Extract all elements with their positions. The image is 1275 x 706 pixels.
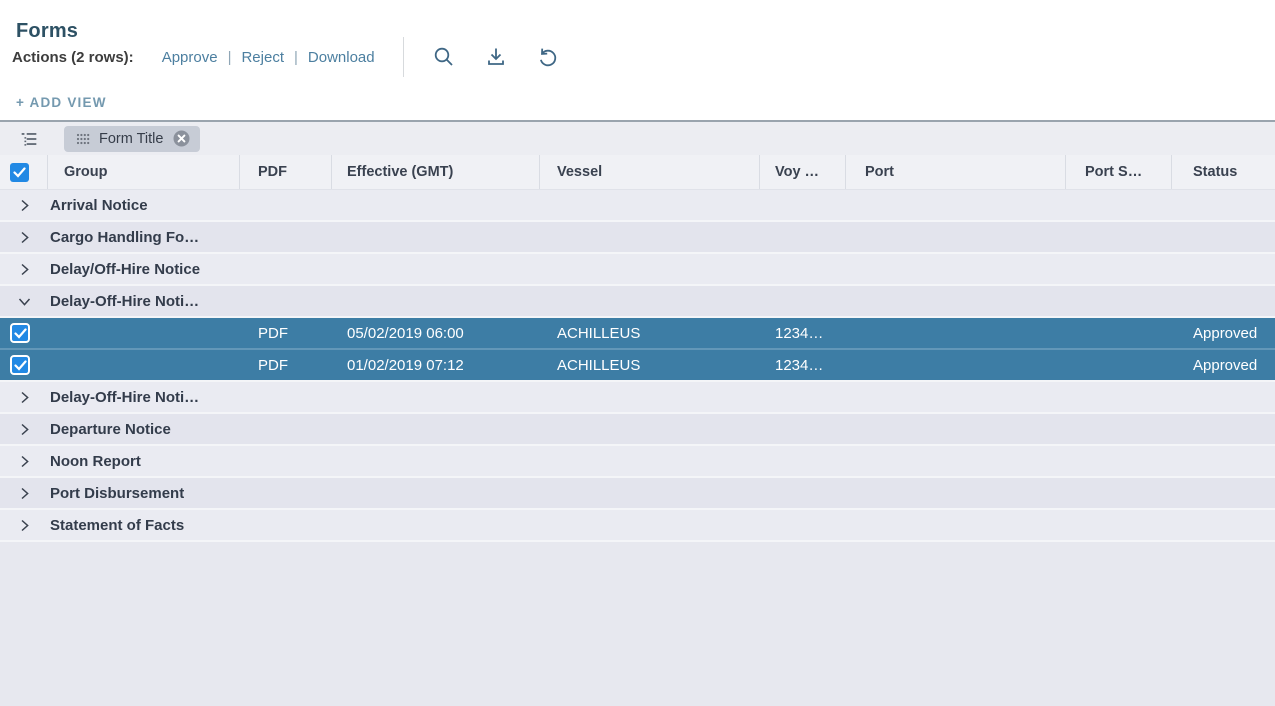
cell-vessel: ACHILLEUS — [540, 350, 760, 380]
chevron-right-icon[interactable] — [0, 198, 48, 213]
pdf-link[interactable]: PDF — [258, 357, 288, 374]
undo-icon[interactable] — [535, 44, 561, 70]
group-label: Statement of Facts — [48, 517, 184, 534]
drag-handle-icon[interactable] — [76, 133, 90, 145]
cell-port — [846, 350, 1066, 380]
cell-effective: 01/02/2019 07:12 — [332, 350, 540, 380]
cell-voyage: 1234… — [760, 350, 846, 380]
action-separator: | — [224, 49, 236, 66]
search-icon[interactable] — [431, 44, 457, 70]
chevron-right-icon[interactable] — [0, 454, 48, 469]
column-header-voyage[interactable]: Voy … — [760, 155, 846, 189]
toolbar-divider — [403, 37, 404, 77]
group-by-bar: Form Title — [0, 122, 1275, 155]
column-header-group[interactable]: Group — [48, 155, 240, 189]
cell-port — [846, 318, 1066, 348]
group-label: Delay-Off-Hire Noti… — [48, 293, 199, 310]
download-icon[interactable] — [483, 44, 509, 70]
group-label: Port Disbursement — [48, 485, 184, 502]
cell-voyage: 1234… — [760, 318, 846, 348]
chevron-right-icon[interactable] — [0, 390, 48, 405]
forms-grid: Form Title Group PDF Effective (GMT) Ves… — [0, 120, 1275, 706]
group-row[interactable]: Statement of Facts — [0, 510, 1275, 542]
chevron-right-icon[interactable] — [0, 230, 48, 245]
group-chip-label: Form Title — [99, 131, 163, 147]
cell-port_s — [1066, 318, 1172, 348]
row-checkbox[interactable] — [10, 323, 30, 343]
group-label: Noon Report — [48, 453, 141, 470]
cell-port_s — [1066, 350, 1172, 380]
cell-pdf: PDF — [240, 350, 332, 380]
column-header-port[interactable]: Port — [846, 155, 1066, 189]
column-header-pdf[interactable]: PDF — [240, 155, 332, 189]
group-row[interactable]: Port Disbursement — [0, 478, 1275, 510]
cell-status: Approved — [1172, 318, 1275, 348]
pdf-link[interactable]: PDF — [258, 325, 288, 342]
cell-pdf: PDF — [240, 318, 332, 348]
group-label: Arrival Notice — [48, 197, 148, 214]
chip-close-icon[interactable] — [173, 130, 190, 147]
actions-bar: Actions (2 rows): Approve | Reject | Dow… — [12, 40, 574, 74]
chevron-right-icon[interactable] — [0, 486, 48, 501]
chevron-down-icon[interactable] — [0, 294, 48, 309]
group-row[interactable]: Noon Report — [0, 446, 1275, 478]
group-label: Delay/Off-Hire Notice — [48, 261, 200, 278]
column-header-vessel[interactable]: Vessel — [540, 155, 760, 189]
form-row[interactable]: PDF 05/02/2019 06:00ACHILLEUS1234… Approve… — [0, 318, 1275, 350]
group-panel-icon[interactable] — [14, 126, 44, 152]
group-row[interactable]: Cargo Handling Fo… — [0, 222, 1275, 254]
group-row[interactable]: Delay-Off-Hire Noti… — [0, 382, 1275, 414]
action-separator: | — [290, 49, 302, 66]
table-body: Arrival Notice Cargo Handling Fo… Delay/Of… — [0, 190, 1275, 542]
group-chip-form-title[interactable]: Form Title — [64, 126, 200, 152]
row-checkbox[interactable] — [10, 355, 30, 375]
column-header-status[interactable]: Status — [1172, 155, 1275, 189]
add-view-button[interactable]: + ADD VIEW — [16, 95, 107, 110]
select-all-checkbox[interactable] — [10, 163, 29, 182]
cell-group — [48, 350, 240, 380]
cell-effective: 05/02/2019 06:00 — [332, 318, 540, 348]
approve-button[interactable]: Approve — [156, 49, 224, 66]
cell-group — [48, 318, 240, 348]
download-button[interactable]: Download — [302, 49, 381, 66]
table-header-row: Group PDF Effective (GMT) Vessel Voy … P… — [0, 155, 1275, 190]
row-select-cell — [0, 350, 48, 380]
chevron-right-icon[interactable] — [0, 518, 48, 533]
group-row[interactable]: Arrival Notice — [0, 190, 1275, 222]
group-row[interactable]: Delay-Off-Hire Noti… — [0, 286, 1275, 318]
row-select-cell — [0, 318, 48, 348]
actions-count-label: Actions (2 rows): — [12, 49, 134, 66]
cell-status: Approved — [1172, 350, 1275, 380]
reject-button[interactable]: Reject — [235, 49, 290, 66]
group-label: Departure Notice — [48, 421, 171, 438]
header-select-cell — [0, 155, 48, 189]
group-row[interactable]: Delay/Off-Hire Notice — [0, 254, 1275, 286]
chevron-right-icon[interactable] — [0, 262, 48, 277]
column-header-port-s[interactable]: Port S… — [1066, 155, 1172, 189]
form-row[interactable]: PDF 01/02/2019 07:12ACHILLEUS1234… Approve… — [0, 350, 1275, 382]
cell-vessel: ACHILLEUS — [540, 318, 760, 348]
column-header-effective[interactable]: Effective (GMT) — [332, 155, 540, 189]
group-label: Cargo Handling Fo… — [48, 229, 199, 246]
group-label: Delay-Off-Hire Noti… — [48, 389, 199, 406]
group-row[interactable]: Departure Notice — [0, 414, 1275, 446]
chevron-right-icon[interactable] — [0, 422, 48, 437]
